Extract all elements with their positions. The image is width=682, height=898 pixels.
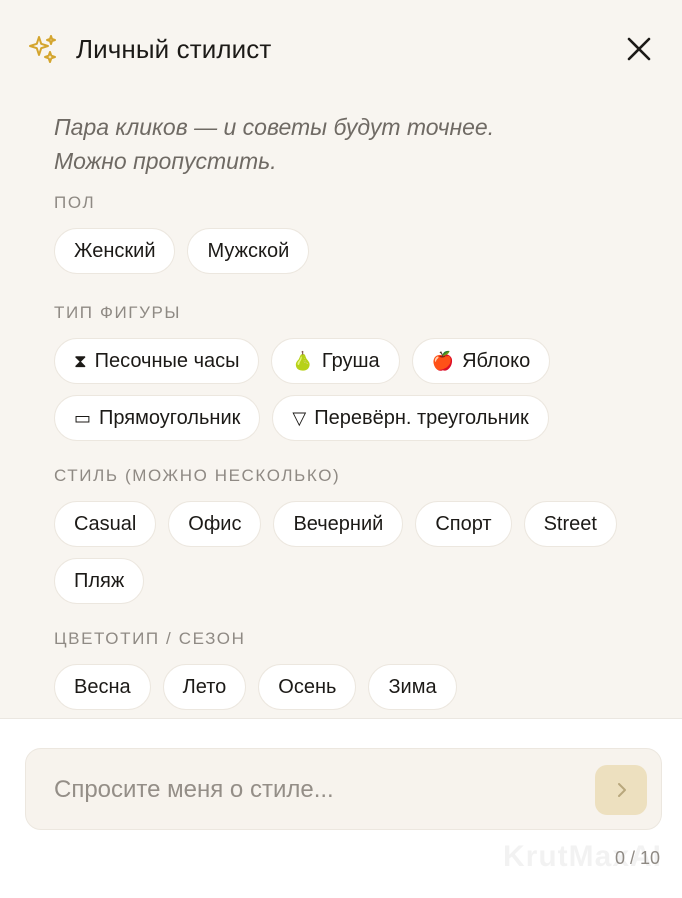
chip-figure-inverted-triangle[interactable]: ▽ Перевёрн. треугольник: [272, 395, 549, 441]
stylist-panel: Личный стилист Пара кликов — и советы бу…: [0, 0, 682, 718]
chevron-right-icon: [618, 783, 626, 797]
message-input[interactable]: [54, 749, 594, 831]
chip-season-summer[interactable]: Лето: [162, 664, 247, 710]
chip-label: Спорт: [435, 512, 492, 535]
chip-label: Street: [543, 512, 597, 535]
chip-style-casual[interactable]: Casual: [54, 501, 157, 547]
hourglass-icon: ⧗: [74, 350, 87, 372]
rectangle-icon: ▭: [74, 407, 92, 429]
chip-style-sport[interactable]: Спорт: [415, 501, 512, 547]
chip-label: Весна: [74, 675, 131, 698]
chip-figure-apple[interactable]: 🍎 Яблоко: [411, 338, 551, 384]
divider: [0, 718, 682, 719]
chip-label: Пляж: [74, 569, 125, 592]
chip-label: Осень: [278, 675, 337, 698]
chip-label: Перевёрн. треугольник: [314, 406, 529, 429]
chip-label: Груша: [321, 349, 380, 372]
chip-label: Зима: [388, 675, 437, 698]
chip-label: Прямоугольник: [99, 406, 241, 429]
intro-line-1: Пара кликов — и советы будут точнее.: [54, 114, 495, 140]
preferences-form: Пара кликов — и советы будут точнее. Мож…: [54, 110, 656, 721]
header: Личный стилист: [26, 26, 656, 72]
chip-label: Женский: [74, 239, 156, 262]
figure-section: ТИП ФИГУРЫ ⧗ Песочные часы 🍐 Груша 🍎 Ябл…: [54, 302, 656, 452]
chip-style-beach[interactable]: Пляж: [54, 558, 145, 604]
sparkle-icon: [26, 32, 60, 66]
send-button[interactable]: [595, 765, 647, 815]
chip-style-evening[interactable]: Вечерний: [273, 501, 404, 547]
chip-gender-female[interactable]: Женский: [54, 228, 176, 274]
chip-label: Песочные часы: [94, 349, 240, 372]
close-button[interactable]: [622, 32, 656, 66]
chip-season-spring[interactable]: Весна: [54, 664, 151, 710]
chip-season-winter[interactable]: Зима: [368, 664, 457, 710]
chip-figure-rectangle[interactable]: ▭ Прямоугольник: [54, 395, 261, 441]
chip-style-street[interactable]: Street: [523, 501, 617, 547]
chip-label: Лето: [182, 675, 227, 698]
chip-style-office[interactable]: Офис: [168, 501, 262, 547]
gender-label: ПОЛ: [54, 193, 96, 212]
figure-options: ⧗ Песочные часы 🍐 Груша 🍎 Яблоко ▭ Прямо…: [54, 338, 656, 452]
intro-text: Пара кликов — и советы будут точнее. Мож…: [54, 110, 656, 178]
chip-label: Casual: [74, 512, 137, 535]
style-options: Casual Офис Вечерний Спорт Street Пляж: [54, 501, 656, 615]
season-section: ЦВЕТОТИП / СЕЗОН Весна Лето Осень Зима: [54, 628, 656, 721]
gender-options: Женский Мужской: [54, 228, 656, 285]
message-counter: 0 / 10: [614, 848, 660, 868]
chip-figure-hourglass[interactable]: ⧗ Песочные часы: [54, 338, 260, 384]
pear-icon: 🍐: [291, 350, 314, 372]
apple-icon: 🍎: [431, 350, 455, 372]
panel-title: Личный стилист: [76, 33, 272, 64]
season-label: ЦВЕТОТИП / СЕЗОН: [54, 629, 246, 648]
style-label: СТИЛЬ (МОЖНО НЕСКОЛЬКО): [54, 466, 341, 485]
gender-section: ПОЛ Женский Мужской: [54, 192, 656, 285]
close-icon: [627, 37, 651, 61]
chip-label: Офис: [188, 512, 242, 535]
chip-label: Яблоко: [462, 349, 531, 372]
chip-label: Мужской: [207, 239, 290, 262]
season-options: Весна Лето Осень Зима: [54, 664, 656, 721]
intro-line-2: Можно пропустить.: [54, 148, 277, 174]
chip-season-autumn[interactable]: Осень: [258, 664, 357, 710]
chat-composer: [25, 748, 662, 831]
chip-label: Вечерний: [293, 512, 384, 535]
triangle-down-icon: ▽: [292, 407, 307, 429]
chip-figure-pear[interactable]: 🍐 Груша: [271, 338, 400, 384]
style-section: СТИЛЬ (МОЖНО НЕСКОЛЬКО) Casual Офис Вече…: [54, 465, 656, 615]
chip-gender-male[interactable]: Мужской: [187, 228, 310, 274]
figure-label: ТИП ФИГУРЫ: [54, 303, 182, 322]
